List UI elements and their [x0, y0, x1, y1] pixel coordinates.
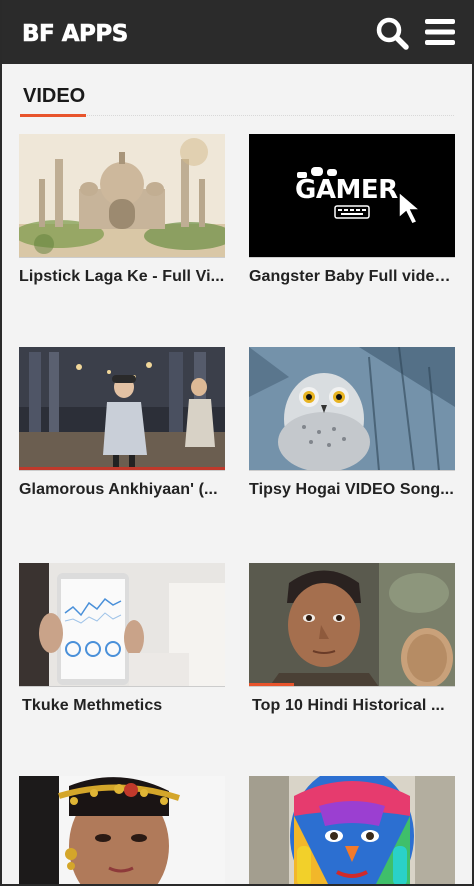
- video-card[interactable]: Lipstick Laga Ke - Full Vi...: [19, 134, 225, 286]
- watch-progress-bar: [249, 683, 295, 686]
- search-icon[interactable]: [375, 16, 409, 50]
- video-title[interactable]: Gangster Baby Full video...: [249, 268, 455, 286]
- section-title-underline: [20, 114, 86, 117]
- video-card[interactable]: Tkuke Methmetics: [19, 563, 225, 715]
- video-thumbnail[interactable]: [19, 347, 225, 471]
- video-title[interactable]: Top 10 Hindi Historical ...: [249, 697, 455, 715]
- top-app-bar: BF APPS: [0, 0, 474, 64]
- video-card[interactable]: Top 10 Hindi Historical ...: [249, 563, 455, 715]
- video-thumbnail[interactable]: [19, 776, 225, 886]
- menu-icon[interactable]: [424, 17, 456, 47]
- video-thumbnail[interactable]: [19, 563, 225, 687]
- video-title[interactable]: Glamorous Ankhiyaan' (...: [19, 481, 225, 499]
- video-title[interactable]: Tipsy Hogai VIDEO Song...: [249, 481, 455, 499]
- video-thumbnail[interactable]: [249, 776, 455, 886]
- video-card[interactable]: [249, 776, 455, 886]
- video-thumbnail[interactable]: [19, 134, 225, 258]
- video-title[interactable]: Lipstick Laga Ke - Full Vi...: [19, 268, 225, 286]
- video-thumbnail[interactable]: [249, 347, 455, 471]
- video-thumbnail[interactable]: [249, 563, 455, 687]
- video-card[interactable]: [19, 776, 225, 886]
- section-header: VIDEO: [20, 82, 454, 117]
- app-logo[interactable]: BF APPS: [22, 21, 129, 48]
- video-thumbnail[interactable]: GAMER: [249, 134, 455, 258]
- video-card[interactable]: GAMER Gangster Baby Full video...: [249, 134, 455, 286]
- section-title: VIDEO: [23, 85, 86, 107]
- video-title[interactable]: Tkuke Methmetics: [19, 697, 225, 715]
- video-card[interactable]: Tipsy Hogai VIDEO Song...: [249, 347, 455, 499]
- gamer-logo-text: GAMER: [295, 175, 398, 205]
- video-card[interactable]: Glamorous Ankhiyaan' (...: [19, 347, 225, 499]
